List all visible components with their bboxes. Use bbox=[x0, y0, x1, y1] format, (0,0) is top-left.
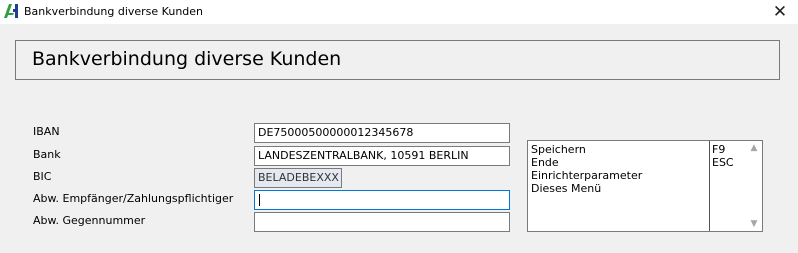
app-logo-icon bbox=[4, 4, 18, 18]
page-title: Bankverbindung diverse Kunden bbox=[32, 48, 342, 70]
iban-field[interactable]: DE75000500000012345678 bbox=[254, 123, 510, 143]
abw-empfaenger-label: Abw. Empfänger/Zahlungspflichtiger bbox=[33, 192, 234, 205]
bank-label: Bank bbox=[33, 148, 61, 161]
close-button[interactable]: ✕ bbox=[762, 0, 798, 24]
bank-field[interactable]: LANDESZENTRALBANK, 10591 BERLIN bbox=[254, 146, 510, 166]
window-title: Bankverbindung diverse Kunden bbox=[24, 5, 204, 18]
menu-list: Speichern Ende Einrichterparameter Diese… bbox=[531, 143, 705, 195]
abw-gegennummer-field[interactable] bbox=[254, 212, 510, 232]
menu-scrollbar[interactable]: ▲ ▼ bbox=[746, 141, 762, 231]
menu-item-speichern[interactable]: Speichern bbox=[531, 143, 705, 156]
bic-label: BIC bbox=[33, 170, 52, 183]
bic-field[interactable]: BELADEBEXXX bbox=[254, 168, 342, 188]
scroll-up-icon[interactable]: ▲ bbox=[746, 141, 762, 155]
close-icon: ✕ bbox=[772, 2, 788, 22]
dialog-body: Bankverbindung diverse Kunden IBAN DE750… bbox=[0, 24, 798, 253]
abw-empfaenger-field[interactable] bbox=[254, 190, 510, 210]
menu-column-divider bbox=[709, 141, 710, 231]
abw-gegennummer-label: Abw. Gegennummer bbox=[33, 214, 146, 227]
menu-item-einrichterparameter[interactable]: Einrichterparameter bbox=[531, 169, 705, 182]
window-titlebar: Bankverbindung diverse Kunden ✕ bbox=[0, 0, 798, 24]
text-caret bbox=[259, 194, 260, 206]
header-panel: Bankverbindung diverse Kunden bbox=[15, 40, 780, 80]
menu-item-dieses-menue[interactable]: Dieses Menü bbox=[531, 182, 705, 195]
iban-label: IBAN bbox=[33, 125, 60, 138]
scroll-down-icon[interactable]: ▼ bbox=[746, 217, 762, 231]
shortcut-ende: ESC bbox=[712, 156, 734, 169]
menu-item-ende[interactable]: Ende bbox=[531, 156, 705, 169]
action-menu[interactable]: Speichern Ende Einrichterparameter Diese… bbox=[527, 140, 763, 232]
shortcut-list: F9 ESC bbox=[712, 143, 734, 169]
shortcut-speichern: F9 bbox=[712, 143, 726, 156]
